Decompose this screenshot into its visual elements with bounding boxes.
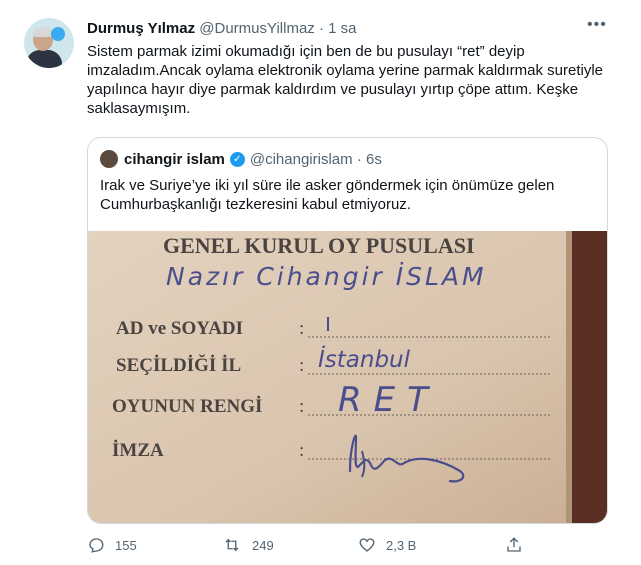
field-label-signature: İMZA	[112, 440, 164, 461]
retweet-button[interactable]: 249	[222, 536, 274, 554]
field-label-city: SEÇİLDİĞİ İL	[116, 354, 241, 376]
more-icon[interactable]: •••	[587, 16, 607, 34]
like-button[interactable]: 2,3 B	[358, 536, 416, 554]
field-label-vote: OYUNUN RENGİ	[112, 396, 262, 417]
svg-text::: :	[299, 440, 304, 461]
field-value-vote: RET	[338, 380, 440, 420]
reply-icon	[89, 538, 104, 553]
share-icon	[507, 537, 521, 552]
tweet: Durmuş Yılmaz @DurmusYillmaz · 1 sa ••• …	[0, 0, 641, 565]
quoted-avatar[interactable]	[100, 150, 118, 168]
quoted-header: cihangir islam ✓ @cihangirislam · 6s	[100, 150, 382, 168]
author-name[interactable]: Durmuş Yılmaz	[87, 20, 195, 37]
svg-text::: :	[299, 318, 304, 339]
quoted-text: Irak ve Suriye’ye iki yıl süre ile asker…	[100, 177, 555, 213]
ballot-heading: GENEL KURUL OY PUSULASI	[163, 233, 475, 258]
author-handle[interactable]: @DurmusYillmaz	[199, 20, 315, 37]
quoted-author-name: cihangir islam	[124, 150, 225, 168]
tweet-text: Sistem parmak izimi okumadığı için ben d…	[87, 43, 604, 117]
svg-text::: :	[299, 396, 304, 417]
separator-dot: ·	[318, 20, 324, 37]
field-value-city: İstanbul	[318, 345, 411, 373]
like-count: 2,3 B	[386, 537, 417, 553]
share-button[interactable]	[505, 536, 533, 554]
reply-button[interactable]: 155	[87, 536, 137, 554]
tweet-actions: 155 249 2,3 B	[0, 530, 641, 560]
quoted-tweet[interactable]: cihangir islam ✓ @cihangirislam · 6s Ira…	[87, 137, 608, 524]
handwritten-name: Nazır Cihangir İSLAM	[166, 262, 487, 291]
svg-text::: :	[299, 355, 304, 376]
field-label-name: AD ve SOYADI	[116, 318, 243, 339]
verified-icon: ✓	[229, 151, 245, 167]
tweet-header: Durmuş Yılmaz @DurmusYillmaz · 1 sa	[87, 20, 357, 37]
reply-count: 155	[115, 537, 137, 553]
retweet-count: 249	[252, 537, 274, 553]
author-avatar[interactable]	[24, 18, 74, 68]
separator-dot: ·	[356, 150, 362, 168]
tweet-time[interactable]: 1 sa	[328, 20, 356, 37]
ballot-photo[interactable]: GENEL KURUL OY PUSULASI Nazır Cihangir İ…	[88, 231, 607, 523]
retweet-icon	[225, 538, 239, 552]
heart-icon	[359, 538, 375, 552]
table-edge	[570, 231, 607, 523]
quoted-time: 6s	[365, 150, 382, 168]
quoted-handle: @cihangirislam	[249, 150, 353, 168]
